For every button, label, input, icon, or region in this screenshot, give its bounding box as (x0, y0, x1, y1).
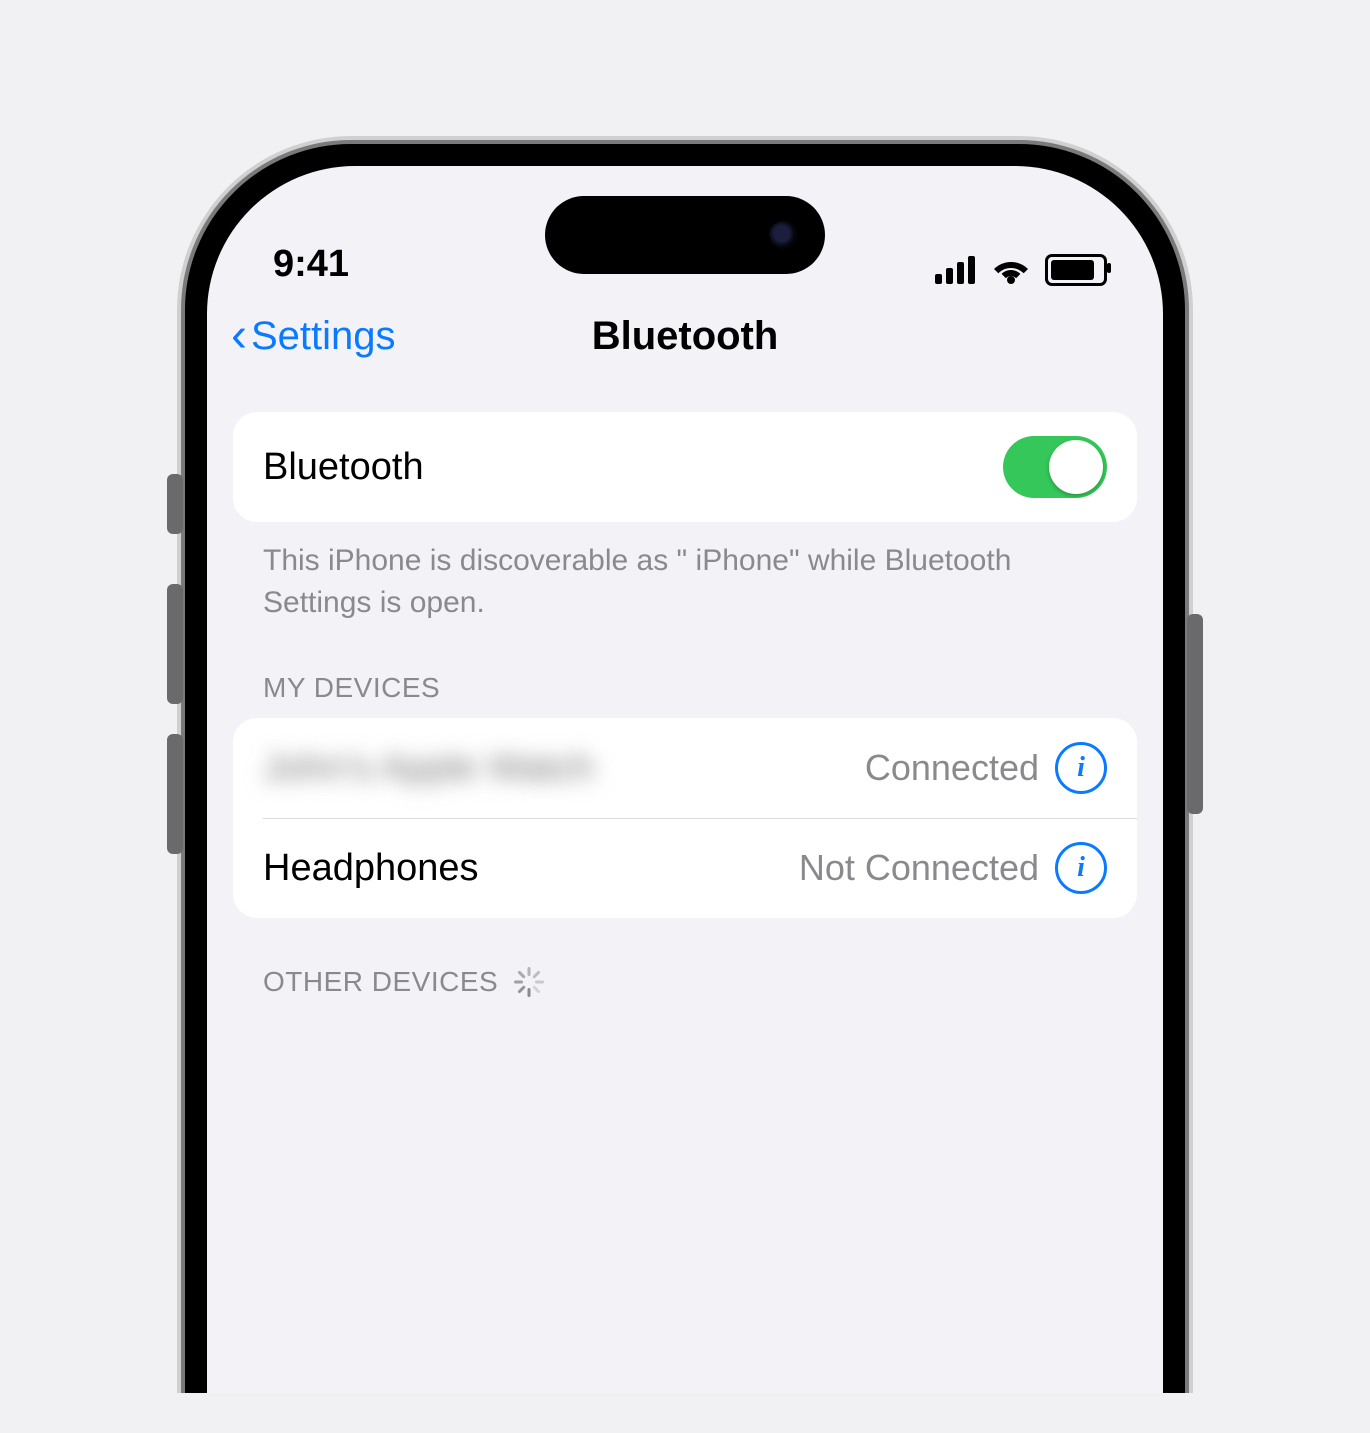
power-button[interactable] (1187, 614, 1203, 814)
wifi-icon (991, 256, 1031, 284)
back-label: Settings (251, 314, 396, 359)
info-icon[interactable]: i (1055, 842, 1107, 894)
mute-switch[interactable] (167, 474, 183, 534)
bluetooth-toggle[interactable] (1003, 436, 1107, 498)
bluetooth-toggle-label: Bluetooth (263, 446, 424, 489)
my-devices-header: MY DEVICES (233, 624, 1137, 718)
device-name: Headphones (263, 847, 479, 890)
device-status: Connected (865, 747, 1039, 789)
bluetooth-toggle-group: Bluetooth (233, 412, 1137, 522)
device-row[interactable]: John's Apple Watch Connected i (233, 718, 1137, 818)
bluetooth-toggle-row[interactable]: Bluetooth (233, 412, 1137, 522)
other-devices-header: OTHER DEVICES (233, 918, 1137, 1012)
volume-up-button[interactable] (167, 584, 183, 704)
spinner-icon (514, 967, 544, 997)
phone-frame: 9:41 ‹ Settings (181, 140, 1189, 1393)
status-time: 9:41 (273, 243, 349, 286)
volume-down-button[interactable] (167, 734, 183, 854)
navigation-bar: ‹ Settings Bluetooth (207, 296, 1163, 376)
device-status: Not Connected (799, 847, 1039, 889)
back-button[interactable]: ‹ Settings (231, 312, 396, 360)
info-icon[interactable]: i (1055, 742, 1107, 794)
discoverable-text: This iPhone is discoverable as " iPhone"… (233, 522, 1137, 624)
chevron-left-icon: ‹ (231, 312, 247, 360)
my-devices-group: John's Apple Watch Connected i Headphone… (233, 718, 1137, 918)
cellular-signal-icon (935, 256, 977, 284)
device-row[interactable]: Headphones Not Connected i (233, 818, 1137, 918)
dynamic-island (545, 196, 825, 274)
battery-icon (1045, 254, 1107, 286)
device-name: John's Apple Watch (263, 747, 594, 790)
